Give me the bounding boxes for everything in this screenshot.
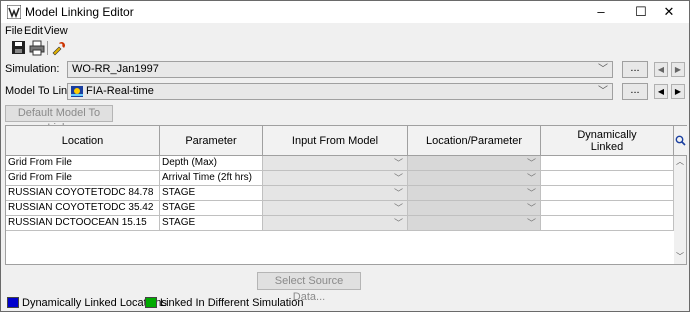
column-header-location-parameter[interactable]: Location/Parameter — [408, 126, 541, 156]
previous-icon[interactable]: ◀ — [654, 62, 668, 77]
search-icon — [675, 135, 686, 146]
scroll-up-icon[interactable]: ︿ — [676, 156, 684, 167]
cell-location: RUSSIAN COYOTETODC 35.42 — [6, 201, 160, 216]
location-parameter-select[interactable]: ﹀ — [408, 216, 541, 231]
cell-parameter: STAGE — [160, 201, 263, 216]
location-parameter-select[interactable]: ﹀ — [408, 186, 541, 201]
legend-swatch-green — [145, 297, 157, 308]
print-icon[interactable] — [29, 40, 45, 56]
next-icon[interactable]: ▶ — [671, 62, 685, 77]
scroll-down-icon[interactable]: ﹀ — [676, 251, 684, 262]
simulation-label: Simulation: — [5, 63, 60, 75]
chevron-down-icon: ﹀ — [393, 173, 403, 183]
chevron-down-icon: ﹀ — [598, 64, 608, 75]
select-source-data-button[interactable]: Select Source Data... — [257, 272, 361, 303]
location-parameter-select[interactable]: ﹀ — [408, 156, 541, 171]
column-header-location[interactable]: Location — [6, 126, 160, 156]
vertical-scrollbar[interactable]: ︿ ﹀ — [674, 156, 686, 264]
model-to-link-value: FIA-Real-time — [86, 85, 154, 97]
linking-table: Location Parameter Input From Model Loca… — [5, 125, 687, 265]
input-from-model-select[interactable]: ﹀ — [263, 201, 408, 216]
cell-location: Grid From File — [6, 156, 160, 171]
previous-icon[interactable]: ◀ — [654, 84, 668, 99]
toolbar-separator — [47, 41, 48, 55]
chevron-down-icon: ﹀ — [393, 158, 403, 168]
cell-parameter: STAGE — [160, 186, 263, 201]
cell-dynamically-linked[interactable] — [541, 201, 674, 216]
chevron-down-icon: ﹀ — [526, 158, 536, 168]
location-parameter-select[interactable]: ﹀ — [408, 201, 541, 216]
chevron-down-icon: ﹀ — [526, 203, 536, 213]
chevron-down-icon: ﹀ — [598, 86, 608, 97]
minimize-button[interactable]: – — [581, 1, 621, 23]
model-to-link-label: Model To Link: — [5, 85, 76, 97]
model-to-link-select[interactable]: FIA-Real-time ﹀ — [67, 83, 613, 100]
input-from-model-select[interactable]: ﹀ — [263, 171, 408, 186]
cell-location: RUSSIAN DCTOOCEAN 15.15 — [6, 216, 160, 231]
legend-swatch-blue — [7, 297, 19, 308]
chevron-down-icon: ﹀ — [393, 218, 403, 228]
input-from-model-select[interactable]: ﹀ — [263, 186, 408, 201]
menu-file[interactable]: File — [5, 25, 23, 37]
toolbar — [1, 39, 689, 57]
location-parameter-select[interactable]: ﹀ — [408, 171, 541, 186]
chevron-down-icon: ﹀ — [393, 203, 403, 213]
cell-dynamically-linked[interactable] — [541, 216, 674, 231]
column-header-input-from-model[interactable]: Input From Model — [263, 126, 408, 156]
cell-dynamically-linked[interactable] — [541, 156, 674, 171]
save-icon[interactable] — [11, 40, 27, 56]
input-from-model-select[interactable]: ﹀ — [263, 216, 408, 231]
simulation-value: WO-RR_Jan1997 — [72, 63, 159, 75]
model-browse-button[interactable]: ... — [622, 83, 648, 100]
cell-dynamically-linked[interactable] — [541, 171, 674, 186]
column-search-button[interactable] — [674, 126, 687, 156]
column-header-dynamically-linked[interactable]: Dynamically Linked — [541, 126, 674, 156]
simulation-select[interactable]: WO-RR_Jan1997 ﹀ — [67, 61, 613, 78]
window-title: Model Linking Editor — [25, 5, 134, 19]
legend-label-different-simulation: Linked In Different Simulation — [160, 297, 304, 309]
simulation-browse-button[interactable]: ... — [622, 61, 648, 78]
cell-location: Grid From File — [6, 171, 160, 186]
menu-bar: File Edit View — [1, 23, 689, 39]
cell-location: RUSSIAN COYOTETODC 84.78 — [6, 186, 160, 201]
title-bar: Model Linking Editor – ☐ ✕ — [1, 1, 689, 23]
close-button[interactable]: ✕ — [649, 1, 689, 23]
column-header-parameter[interactable]: Parameter — [160, 126, 263, 156]
chevron-down-icon: ﹀ — [526, 218, 536, 228]
chevron-down-icon: ﹀ — [526, 173, 536, 183]
menu-view[interactable]: View — [44, 25, 68, 37]
chevron-down-icon: ﹀ — [526, 188, 536, 198]
model-linking-editor-window: Model Linking Editor – ☐ ✕ File Edit Vie… — [0, 0, 690, 312]
chevron-down-icon: ﹀ — [393, 188, 403, 198]
model-icon — [71, 86, 83, 97]
app-icon — [7, 5, 21, 19]
link-edit-icon[interactable] — [51, 40, 67, 56]
cell-parameter: Depth (Max) — [160, 156, 263, 171]
default-model-to-link-button[interactable]: Default Model To Link: — [5, 105, 113, 134]
cell-dynamically-linked[interactable] — [541, 186, 674, 201]
cell-parameter: Arrival Time (2ft hrs) — [160, 171, 263, 186]
menu-edit[interactable]: Edit — [24, 25, 43, 37]
next-icon[interactable]: ▶ — [671, 84, 685, 99]
input-from-model-select[interactable]: ﹀ — [263, 156, 408, 171]
cell-parameter: STAGE — [160, 216, 263, 231]
